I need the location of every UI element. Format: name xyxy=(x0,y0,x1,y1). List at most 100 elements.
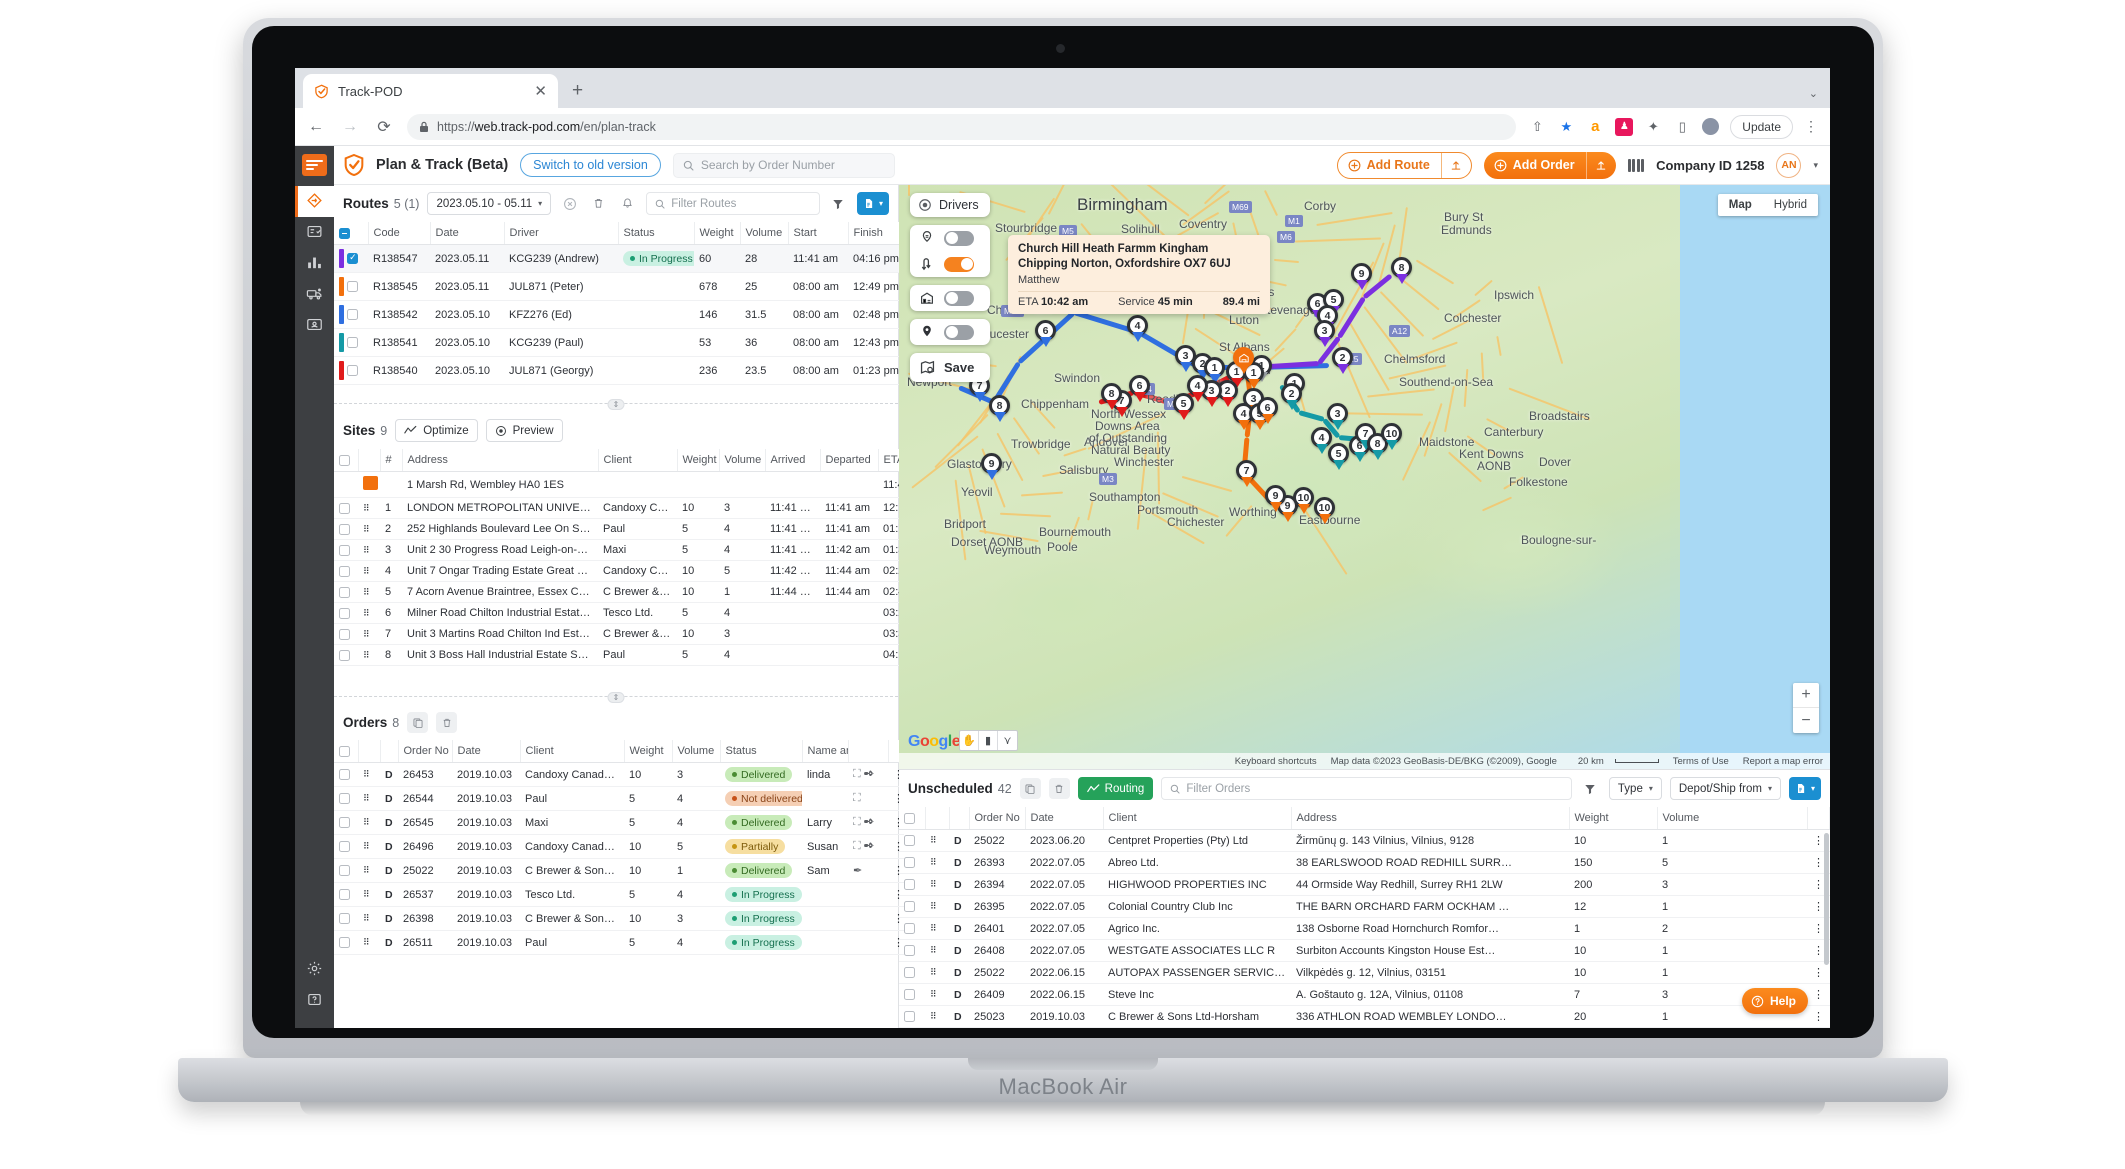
route-select-cell[interactable] xyxy=(334,272,368,301)
table-row[interactable]: ⠿ D 26511 2019.10.03 Paul 5 4 In Progress ⋮ xyxy=(334,930,904,955)
site-select-cell[interactable] xyxy=(334,539,358,561)
routes-col-status[interactable]: Status xyxy=(618,222,695,245)
row-checkbox[interactable] xyxy=(904,901,915,913)
unscheduled-select-cell[interactable] xyxy=(899,851,925,874)
drag-handle-icon[interactable]: ⠿ xyxy=(358,882,380,907)
zoom-in-button[interactable]: + xyxy=(1793,683,1819,708)
table-row[interactable]: ⠿ D 26394 2022.07.05 HIGHWOOD PROPERTIES INC… xyxy=(899,873,1830,896)
routes-filter-input[interactable]: Filter Routes xyxy=(646,192,820,215)
toggle-depots[interactable] xyxy=(944,290,974,306)
funnel-icon[interactable] xyxy=(828,193,849,214)
toggle-row-depots[interactable] xyxy=(910,285,990,311)
polygon-select-icon[interactable]: ⋎ xyxy=(998,731,1017,750)
table-row[interactable]: R138540 2023.05.10 JUL871 (Georgy) 236 23.5 0… xyxy=(334,356,926,385)
bookmark-star-icon[interactable]: ★ xyxy=(1557,118,1575,136)
table-row[interactable]: R138541 2023.05.10 KCG239 (Paul) 53 36 08:00 … xyxy=(334,328,926,357)
row-checkbox[interactable] xyxy=(339,841,350,853)
table-row[interactable]: ⠿ D 26545 2019.10.03 Maxi 5 4 Delivered Larry ⛶ ✒… xyxy=(334,810,904,835)
browser-menu-icon[interactable]: ⋮ xyxy=(1804,118,1818,135)
unscheduled-select-all[interactable] xyxy=(899,807,926,830)
routes-col-driver[interactable]: Driver xyxy=(504,222,619,245)
table-row[interactable]: ⠿ D 26393 2022.07.05 Abreo Ltd. 38 EARLSWOOD … xyxy=(899,851,1830,874)
map-stop-pin[interactable]: 3 xyxy=(1327,403,1348,430)
unscheduled-scrollbar[interactable] xyxy=(1824,833,1829,965)
sites-col-arrived[interactable]: Arrived xyxy=(765,449,821,472)
toggle-pins[interactable] xyxy=(944,230,974,246)
site-select-cell[interactable] xyxy=(334,560,358,582)
order-number-link[interactable]: 26395 xyxy=(969,895,1025,918)
toggle-row-pins[interactable] xyxy=(910,225,990,251)
table-row[interactable]: ⠿ D 26537 2019.10.03 Tesco Ltd. 5 4 In Progress… xyxy=(334,882,904,907)
orders-col-volume[interactable]: Volume xyxy=(672,740,721,763)
row-checkbox[interactable] xyxy=(339,769,350,781)
table-row[interactable]: ⠿ D 26496 2019.10.03 Candoxy Canada Inc. 10 5 P… xyxy=(334,834,904,859)
splitter-handle[interactable]: ⇕ xyxy=(607,692,625,703)
table-row[interactable]: ⠿D250222019.10.03C Brewer & Sons Ltd-Hor… xyxy=(334,858,904,883)
drag-handle-icon[interactable]: ⠿ xyxy=(925,895,949,918)
order-number-link[interactable]: 25022 xyxy=(969,829,1025,852)
reload-button[interactable]: ⟳ xyxy=(373,117,395,137)
map-stop-pin[interactable]: 7 xyxy=(1236,460,1257,487)
routes-col-volume[interactable]: Volume xyxy=(740,222,789,245)
import-orders-icon[interactable] xyxy=(1585,151,1616,179)
table-row[interactable]: ⠿ 8 Unit 3 Boss Hall Industrial Estate Spr… xyxy=(334,644,946,666)
row-checkbox[interactable] xyxy=(339,793,350,805)
drag-handle-icon[interactable]: ⠿ xyxy=(925,829,949,852)
routes-export-button[interactable]: ▾ xyxy=(856,192,889,215)
row-checkbox[interactable] xyxy=(904,879,915,891)
order-number-link[interactable]: 25023 xyxy=(969,1005,1025,1028)
site-select-cell[interactable] xyxy=(334,518,358,540)
avatar[interactable]: AN xyxy=(1776,152,1802,178)
row-checkbox[interactable] xyxy=(904,857,915,869)
depot-filter-dropdown[interactable]: Depot/Ship from ▾ xyxy=(1669,777,1781,800)
row-checkbox[interactable] xyxy=(904,835,915,847)
row-checkbox[interactable] xyxy=(339,865,350,877)
order-number-link[interactable]: 26408 xyxy=(969,939,1025,962)
drag-handle-icon[interactable]: ⠿ xyxy=(925,873,949,896)
map-canvas[interactable]: Birmingham Stourbridge Solihull Coventry Cor… xyxy=(899,185,1830,769)
order-number-link[interactable]: 26496 xyxy=(398,834,452,859)
table-row[interactable]: ⠿ D 26401 2022.07.05 Agrico Inc. 138 Osborne … xyxy=(899,917,1830,940)
funnel-icon[interactable] xyxy=(1580,778,1601,799)
row-checkbox[interactable] xyxy=(904,945,915,957)
add-route-button[interactable]: Add Route xyxy=(1336,151,1472,179)
close-icon[interactable]: ✕ xyxy=(534,84,547,99)
sites-col-address[interactable]: Address xyxy=(402,449,599,472)
map-stop-pin[interactable]: 5 xyxy=(1328,443,1349,470)
order-select-cell[interactable] xyxy=(334,786,358,811)
trash-icon[interactable] xyxy=(588,193,609,214)
order-number-link[interactable]: 26511 xyxy=(398,930,452,955)
table-row[interactable]: ⠿D263982019.10.03C Brewer & Sons Ltd-Hor… xyxy=(334,906,904,931)
table-row[interactable]: ⠿ D 26395 2022.07.05 Colonial Country Club I… xyxy=(899,895,1830,918)
browser-tab[interactable]: Track-POD ✕ xyxy=(303,74,558,108)
drag-handle-icon[interactable]: ⠿ xyxy=(358,560,380,582)
keyboard-shortcuts-link[interactable]: Keyboard shortcuts xyxy=(1228,756,1324,767)
toggle-row-routes[interactable] xyxy=(910,251,990,277)
drag-handle-icon[interactable]: ⠿ xyxy=(925,961,949,984)
row-checkbox[interactable] xyxy=(904,1011,915,1023)
orders-col-weight[interactable]: Weight xyxy=(624,740,673,763)
site-select-cell[interactable] xyxy=(334,581,358,603)
preview-button[interactable]: Preview xyxy=(485,419,563,442)
map-stop-pin[interactable]: 5 xyxy=(1173,393,1194,420)
row-checkbox[interactable] xyxy=(339,565,350,577)
row-checkbox[interactable] xyxy=(339,586,350,598)
drag-handle-icon[interactable]: ⠿ xyxy=(358,786,380,811)
pan-hand-icon[interactable]: ✋ xyxy=(960,731,979,750)
sites-col-client[interactable]: Client xyxy=(598,449,678,472)
add-order-button[interactable]: Add Order xyxy=(1483,151,1616,179)
signature-icon[interactable]: ✒ xyxy=(864,816,875,828)
address-bar[interactable]: https://web.track-pod.com/en/plan-track xyxy=(407,113,1517,140)
sidebar-item-vehicles[interactable] xyxy=(295,279,334,310)
order-select-cell[interactable] xyxy=(334,858,358,883)
sidebar-item-help[interactable] xyxy=(295,985,334,1016)
unscheduled-select-cell[interactable] xyxy=(899,1005,925,1028)
row-checkbox[interactable] xyxy=(347,252,359,264)
row-checkbox[interactable] xyxy=(339,649,350,661)
chevron-down-icon[interactable]: ▾ xyxy=(1813,160,1818,171)
orders-col-date[interactable]: Date xyxy=(452,740,521,763)
row-checkbox[interactable] xyxy=(339,889,350,901)
switch-old-version-button[interactable]: Switch to old version xyxy=(520,153,661,177)
sidebar-item-drivers[interactable] xyxy=(295,310,334,341)
orders-export-button[interactable]: ▾ xyxy=(1788,777,1821,800)
